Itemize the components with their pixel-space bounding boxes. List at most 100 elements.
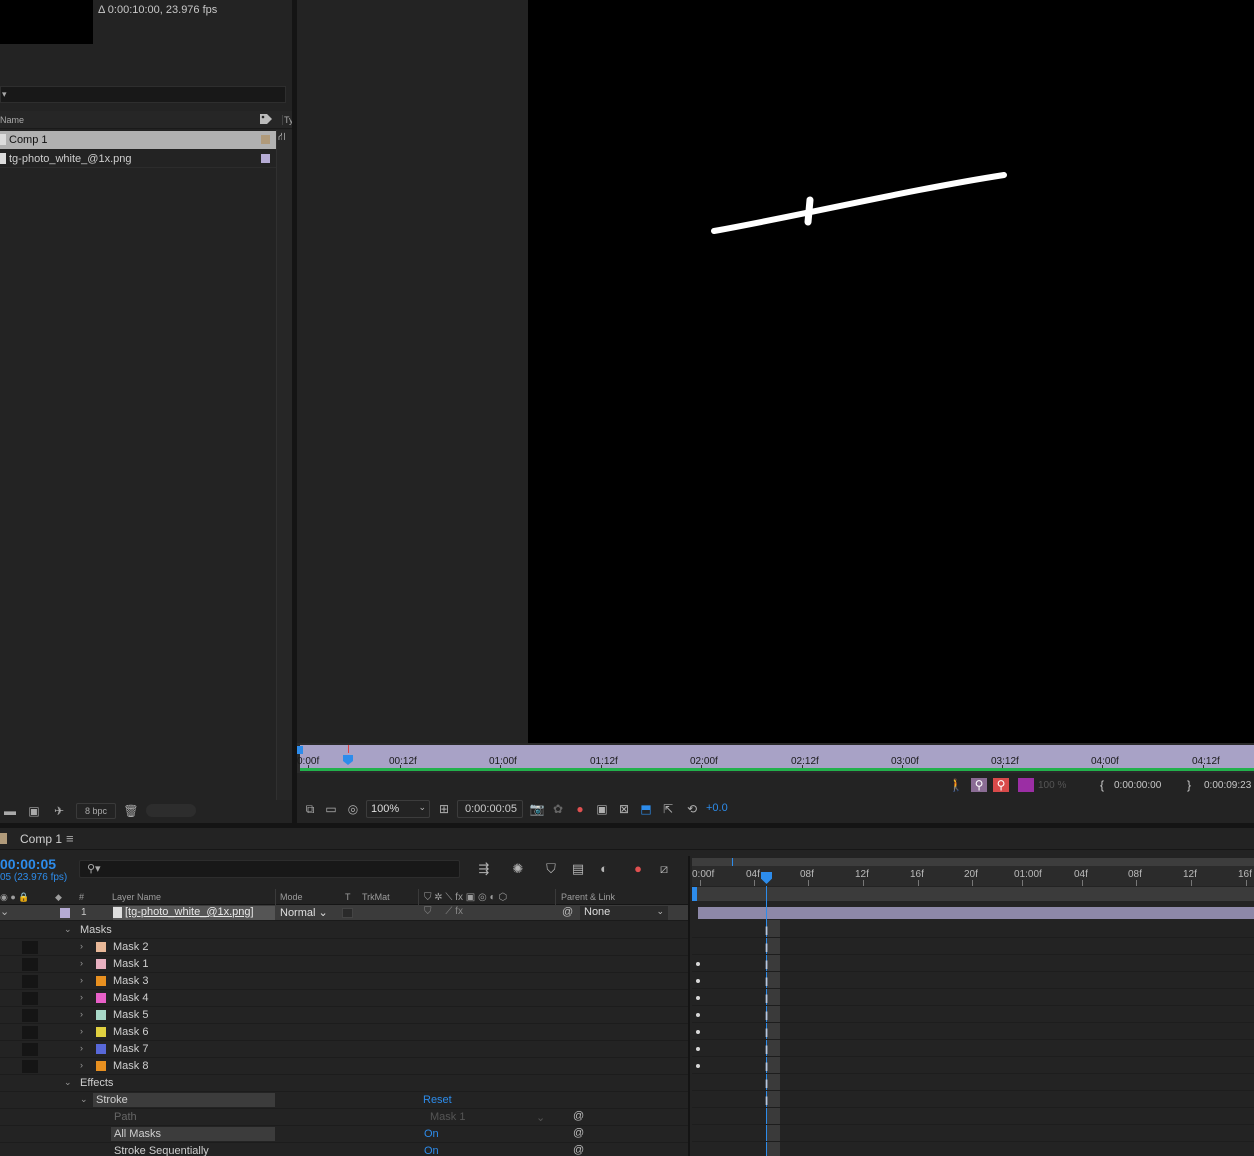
mask-visibility[interactable] (22, 1043, 38, 1056)
timeline-search-input[interactable]: ⚲▾ (79, 860, 460, 878)
color-swatch-icon[interactable] (1018, 778, 1034, 792)
chevron-down-icon[interactable]: ⌄ (64, 924, 72, 935)
safe-margins-icon[interactable]: ⊞ (435, 801, 453, 817)
project-search-input[interactable]: ▾ (0, 86, 286, 103)
mask-visibility-icon[interactable]: ◎ (344, 801, 362, 817)
mask-row[interactable]: › Mask 2 (0, 939, 688, 956)
expression-spiral-icon[interactable]: @ (573, 1127, 584, 1139)
mask-color-swatch[interactable] (96, 1027, 106, 1037)
track-matte-toggle[interactable] (342, 908, 353, 918)
keyframe-marker[interactable] (696, 1047, 700, 1051)
all-masks-value[interactable]: On (424, 1128, 439, 1140)
chevron-down-icon[interactable]: ⌄ (0, 906, 9, 918)
mask-color-swatch[interactable] (96, 942, 106, 952)
exposure-reset-icon[interactable]: ⟲ (683, 801, 701, 817)
keyframe-marker[interactable] (696, 1030, 700, 1034)
region-of-interest-icon[interactable]: ▣ (593, 801, 611, 817)
chevron-right-icon[interactable]: › (80, 975, 83, 985)
keyframe-marker[interactable] (696, 1013, 700, 1017)
panel-menu-icon[interactable]: ≡ (66, 831, 74, 846)
transparency-grid-icon[interactable]: ⊠ (615, 801, 633, 817)
show-snapshot-icon[interactable]: ✿ (549, 801, 567, 817)
path-value-dropdown[interactable]: Mask 1 (430, 1111, 465, 1123)
search-dropdown-icon[interactable]: ▾ (2, 89, 7, 100)
out-point-time[interactable]: 0:00:09:23 (1204, 780, 1251, 791)
timeline-icon[interactable]: ⇱ (659, 801, 677, 817)
work-area-bar[interactable] (692, 887, 1254, 901)
channel-icon[interactable]: ● (571, 801, 589, 817)
snapshot-icon[interactable]: 📷 (528, 801, 546, 817)
draft-3d-icon[interactable]: ✺ (508, 860, 528, 878)
frame-blend-icon[interactable]: ⚲ (993, 778, 1009, 792)
blend-mode-dropdown[interactable]: Normal ⌄ (280, 906, 334, 920)
mask-visibility[interactable] (22, 958, 38, 971)
project-item-comp[interactable]: Comp 1 (0, 131, 276, 149)
mask-row[interactable]: › Mask 4 (0, 990, 688, 1007)
timeline-current-time[interactable]: 00:00:05 (0, 856, 56, 872)
mask-color-swatch[interactable] (96, 976, 106, 986)
navigator-bar[interactable] (692, 858, 1254, 866)
time-ruler[interactable]: 0:00f 04f 08f 12f 16f 20f 01:00f 04f 08f 12f 16f (692, 866, 1254, 886)
in-point-time[interactable]: 0:00:00:00 (1114, 780, 1161, 791)
mask-color-swatch[interactable] (96, 1061, 106, 1071)
chevron-right-icon[interactable]: › (80, 1026, 83, 1036)
mask-visibility[interactable] (22, 941, 38, 954)
mask-row[interactable]: › Mask 8 (0, 1058, 688, 1075)
zoom-dropdown[interactable]: 100% ⌄ (366, 800, 430, 818)
trash-icon[interactable]: 🗑 (123, 804, 139, 818)
mask-color-swatch[interactable] (96, 993, 106, 1003)
column-layer-name[interactable]: Layer Name (112, 892, 161, 902)
new-composition-icon[interactable]: ▣ (26, 804, 42, 818)
graph-editor-icon[interactable]: ⧄ (654, 860, 674, 878)
mask-color-swatch[interactable] (96, 959, 106, 969)
motion-blur-toggle-icon[interactable]: ◐ (594, 860, 614, 878)
effect-stroke-row[interactable]: ⌄ Stroke Reset (0, 1092, 688, 1109)
chevron-down-icon[interactable]: ⌄ (64, 1077, 72, 1088)
layer-row[interactable]: ⌄ 1 [tg-photo_white_@1x.png] Normal ⌄ ⛉ … (0, 905, 688, 921)
mask-row[interactable]: › Mask 5 (0, 1007, 688, 1024)
label-color-swatch[interactable] (261, 154, 270, 163)
mini-timeline[interactable]: 0:00f 00:12f 01:00f 01:12f 02:00f 02:12f 03:00… (297, 743, 1254, 773)
expression-spiral-icon[interactable]: @ (573, 1110, 584, 1122)
pick-whip-icon[interactable]: @ (562, 906, 573, 918)
label-tag-icon[interactable] (259, 113, 273, 125)
mask-row[interactable]: › Mask 3 (0, 973, 688, 990)
composition-canvas[interactable] (528, 0, 1254, 743)
fast-preview-icon[interactable]: ⬒ (637, 801, 655, 817)
layer-switches[interactable]: ⛉ ⟋ fx (424, 906, 463, 917)
shy-layers-icon[interactable]: ⛉ (541, 860, 561, 878)
keyframe-marker[interactable] (696, 962, 700, 966)
label-color-swatch[interactable] (261, 135, 270, 144)
monitor-icon[interactable]: ▭ (322, 801, 340, 817)
mask-row[interactable]: › Mask 7 (0, 1041, 688, 1058)
motion-blur-icon[interactable]: ⚲ (971, 778, 987, 792)
mask-color-swatch[interactable] (96, 1010, 106, 1020)
out-point-icon[interactable]: } (1181, 778, 1197, 792)
effect-reset-link[interactable]: Reset (423, 1094, 452, 1106)
bit-depth-button[interactable]: 8 bpc (76, 803, 116, 819)
effects-group-row[interactable]: ⌄ Effects (0, 1075, 688, 1092)
time-graph[interactable]: 0:00f 04f 08f 12f 16f 20f 01:00f 04f 08f 12f 16f I… (688, 856, 1254, 1156)
label-column-icon[interactable]: ◆ (55, 892, 62, 903)
mini-timeline-bar[interactable]: 0:00f 00:12f 01:00f 01:12f 02:00f 02:12f 03:00… (297, 745, 1254, 770)
mask-visibility[interactable] (22, 1026, 38, 1039)
masks-group-row[interactable]: ⌄ Masks (0, 922, 688, 939)
chevron-right-icon[interactable]: › (80, 1043, 83, 1053)
current-timecode[interactable]: 0:00:00:05 (457, 800, 523, 818)
mask-visibility[interactable] (22, 1009, 38, 1022)
project-item-footage[interactable]: tg-photo_white_@1x.png (0, 150, 276, 168)
layer-duration-bar[interactable] (698, 907, 1254, 919)
interpret-footage-icon[interactable]: ✈ (51, 804, 67, 818)
in-point-icon[interactable]: { (1094, 778, 1110, 792)
layer-label-swatch[interactable] (60, 908, 70, 918)
composition-flowchart-icon[interactable]: ⇶ (474, 860, 494, 878)
mask-color-swatch[interactable] (96, 1044, 106, 1054)
mask-row[interactable]: › Mask 1 (0, 956, 688, 973)
always-preview-icon[interactable]: ⧉ (301, 801, 319, 817)
chevron-right-icon[interactable]: › (80, 1060, 83, 1070)
stroke-sequentially-value[interactable]: On (424, 1145, 439, 1156)
frame-blending-icon[interactable]: ▤ (568, 860, 588, 878)
flowchart-icon[interactable]: ⛙ (278, 131, 292, 147)
chevron-right-icon[interactable]: › (80, 958, 83, 968)
thumbnail-size-slider[interactable] (146, 804, 196, 817)
